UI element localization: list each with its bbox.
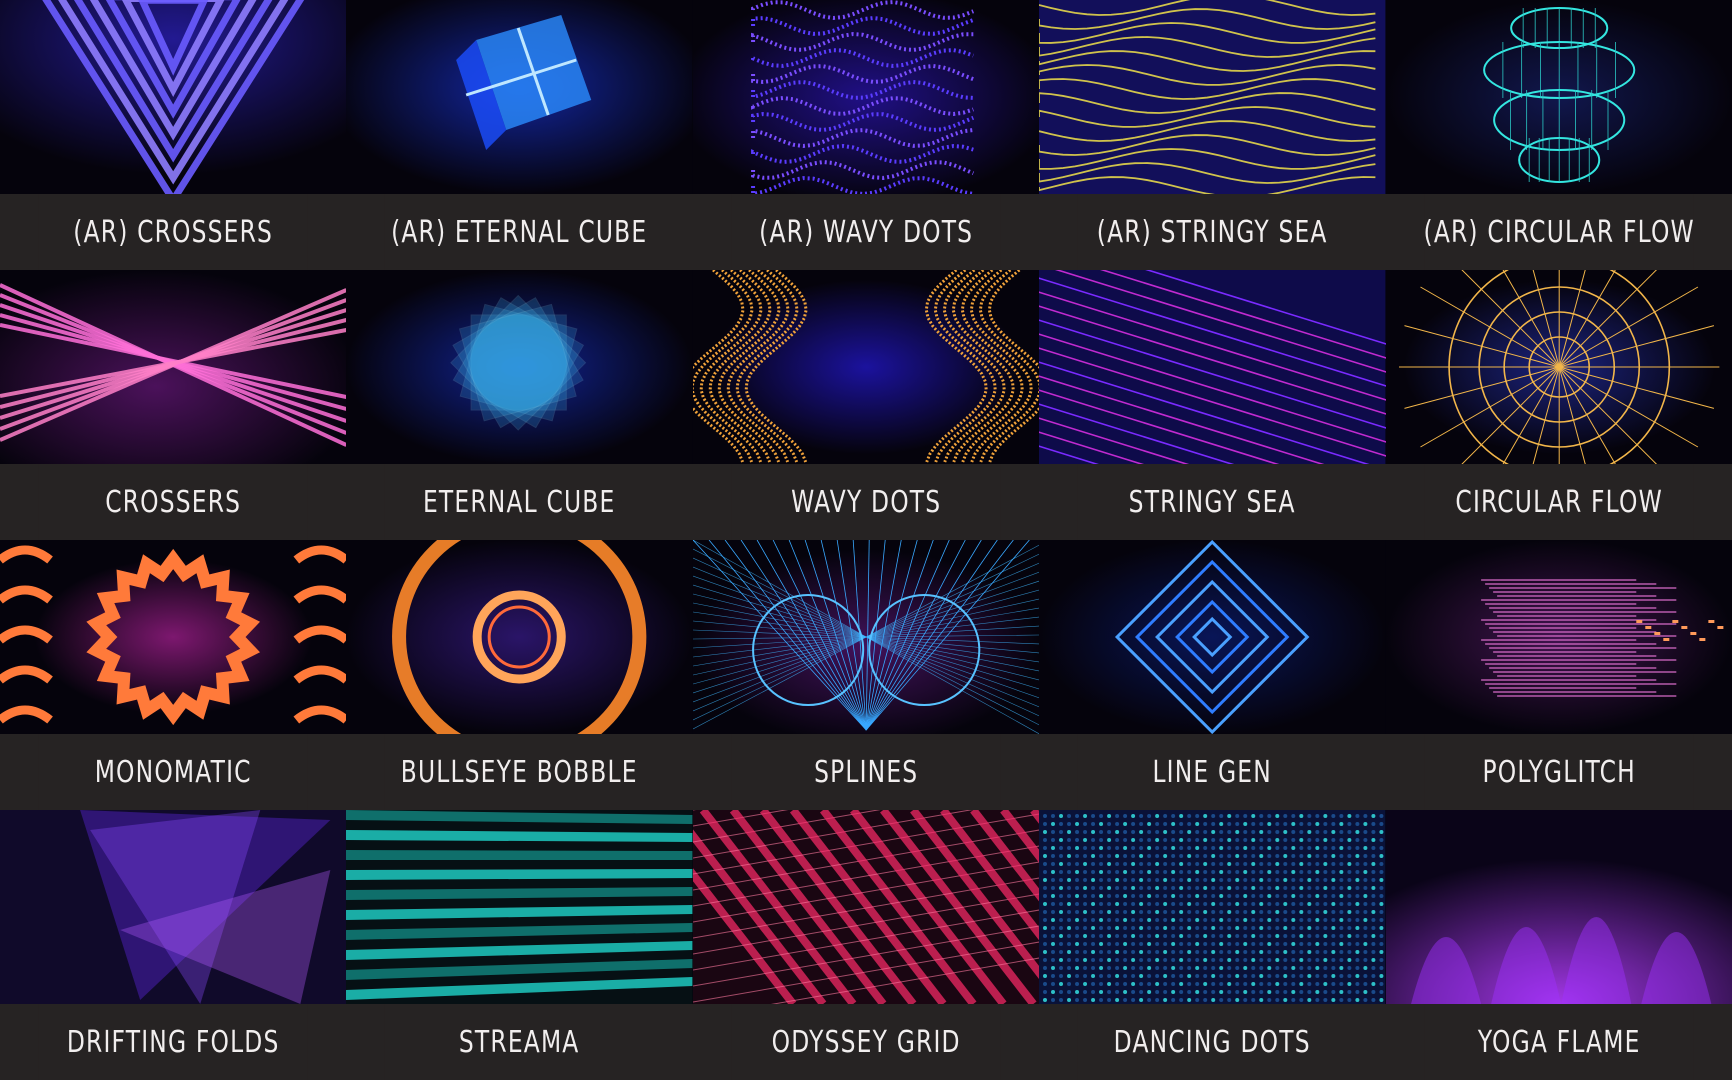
visualizer-label: DANCING DOTS xyxy=(1077,1004,1348,1080)
visualizer-tile-crossers-ar[interactable]: (AR) CROSSERS xyxy=(0,0,347,270)
visualizer-label: ETERNAL CUBE xyxy=(384,464,655,540)
visualizer-thumbnail xyxy=(692,270,1040,464)
visualizer-label: WAVY DOTS xyxy=(730,464,1002,540)
cube-artwork xyxy=(346,270,693,464)
visualizer-label: (AR) CIRCULAR FLOW xyxy=(1423,194,1694,270)
visualizer-label: STRINGY SEA xyxy=(1077,464,1348,540)
visualizer-grid: (AR) CROSSERS (AR) ETERNAL CUBE (AR) WAVY … xyxy=(0,0,1732,1080)
visualizer-tile-yoga-flame[interactable]: YOGA FLAME xyxy=(1385,810,1732,1080)
crossers-ar-artwork xyxy=(0,0,347,194)
visualizer-thumbnail xyxy=(692,540,1040,734)
visualizer-thumbnail xyxy=(692,0,1040,194)
visualizer-tile-cube[interactable]: ETERNAL CUBE xyxy=(346,270,693,540)
visualizer-thumbnail xyxy=(0,810,347,1004)
visualizer-label: (AR) ETERNAL CUBE xyxy=(384,194,655,270)
visualizer-thumbnail xyxy=(0,540,347,734)
visualizer-thumbnail xyxy=(1385,270,1732,464)
visualizer-tile-stringy-sea[interactable]: STRINGY SEA xyxy=(1039,270,1386,540)
visualizer-thumbnail xyxy=(346,270,693,464)
visualizer-label: (AR) CROSSERS xyxy=(38,194,309,270)
visualizer-label: ODYSSEY GRID xyxy=(730,1004,1002,1080)
visualizer-thumbnail xyxy=(0,270,347,464)
bullseye-artwork xyxy=(346,540,693,734)
visualizer-label: SPLINES xyxy=(730,734,1002,810)
visualizer-label: CIRCULAR FLOW xyxy=(1423,464,1694,540)
circular-flow-artwork xyxy=(1385,270,1732,464)
visualizer-tile-streama[interactable]: STREAMA xyxy=(346,810,693,1080)
crossers-artwork xyxy=(0,270,347,464)
visualizer-label: BULLSEYE BOBBLE xyxy=(384,734,655,810)
visualizer-thumbnail xyxy=(346,540,693,734)
visualizer-tile-splines[interactable]: SPLINES xyxy=(692,540,1040,810)
visualizer-thumbnail xyxy=(0,0,347,194)
visualizer-thumbnail xyxy=(1039,810,1386,1004)
visualizer-tile-cube-ar[interactable]: (AR) ETERNAL CUBE xyxy=(346,0,693,270)
visualizer-thumbnail xyxy=(1385,540,1732,734)
visualizer-tile-crossers[interactable]: CROSSERS xyxy=(0,270,347,540)
circular-flow-ar-artwork xyxy=(1385,0,1732,194)
visualizer-thumbnail xyxy=(346,810,693,1004)
visualizer-tile-stringy-sea-ar[interactable]: (AR) STRINGY SEA xyxy=(1039,0,1386,270)
visualizer-tile-circular-flow[interactable]: CIRCULAR FLOW xyxy=(1385,270,1732,540)
visualizer-tile-dancing-dots[interactable]: DANCING DOTS xyxy=(1039,810,1386,1080)
visualizer-label: POLYGLITCH xyxy=(1423,734,1694,810)
visualizer-tile-circular-flow-ar[interactable]: (AR) CIRCULAR FLOW xyxy=(1385,0,1732,270)
stringy-sea-ar-artwork xyxy=(1039,0,1386,194)
visualizer-thumbnail xyxy=(692,810,1040,1004)
visualizer-tile-line-gen[interactable]: LINE GEN xyxy=(1039,540,1386,810)
line-gen-artwork xyxy=(1039,540,1386,734)
visualizer-tile-monomatic[interactable]: MONOMATIC xyxy=(0,540,347,810)
visualizer-tile-polyglitch[interactable]: POLYGLITCH xyxy=(1385,540,1732,810)
cube-ar-artwork xyxy=(346,0,693,194)
splines-artwork xyxy=(692,540,1040,734)
odyssey-grid-artwork xyxy=(692,810,1040,1004)
visualizer-tile-wavy-dots[interactable]: WAVY DOTS xyxy=(692,270,1040,540)
dancing-dots-artwork xyxy=(1039,810,1386,1004)
visualizer-thumbnail xyxy=(1385,810,1732,1004)
streama-artwork xyxy=(346,810,693,1004)
visualizer-label: MONOMATIC xyxy=(38,734,309,810)
wavy-dots-ar-artwork xyxy=(692,0,1040,194)
visualizer-thumbnail xyxy=(1385,0,1732,194)
stringy-sea-artwork xyxy=(1039,270,1386,464)
monomatic-artwork xyxy=(0,540,347,734)
visualizer-label: (AR) STRINGY SEA xyxy=(1077,194,1348,270)
visualizer-thumbnail xyxy=(346,0,693,194)
visualizer-label: (AR) WAVY DOTS xyxy=(730,194,1002,270)
visualizer-label: DRIFTING FOLDS xyxy=(38,1004,309,1080)
visualizer-tile-odyssey-grid[interactable]: ODYSSEY GRID xyxy=(692,810,1040,1080)
wavy-dots-artwork xyxy=(692,270,1040,464)
drifting-folds-artwork xyxy=(0,810,347,1004)
visualizer-label: LINE GEN xyxy=(1077,734,1348,810)
polyglitch-artwork xyxy=(1385,540,1732,734)
visualizer-label: CROSSERS xyxy=(38,464,309,540)
visualizer-thumbnail xyxy=(1039,540,1386,734)
visualizer-tile-drifting-folds[interactable]: DRIFTING FOLDS xyxy=(0,810,347,1080)
visualizer-tile-wavy-dots-ar[interactable]: (AR) WAVY DOTS xyxy=(692,0,1040,270)
visualizer-label: STREAMA xyxy=(384,1004,655,1080)
visualizer-label: YOGA FLAME xyxy=(1423,1004,1694,1080)
visualizer-thumbnail xyxy=(1039,270,1386,464)
visualizer-tile-bullseye[interactable]: BULLSEYE BOBBLE xyxy=(346,540,693,810)
visualizer-thumbnail xyxy=(1039,0,1386,194)
yoga-flame-artwork xyxy=(1385,810,1732,1004)
